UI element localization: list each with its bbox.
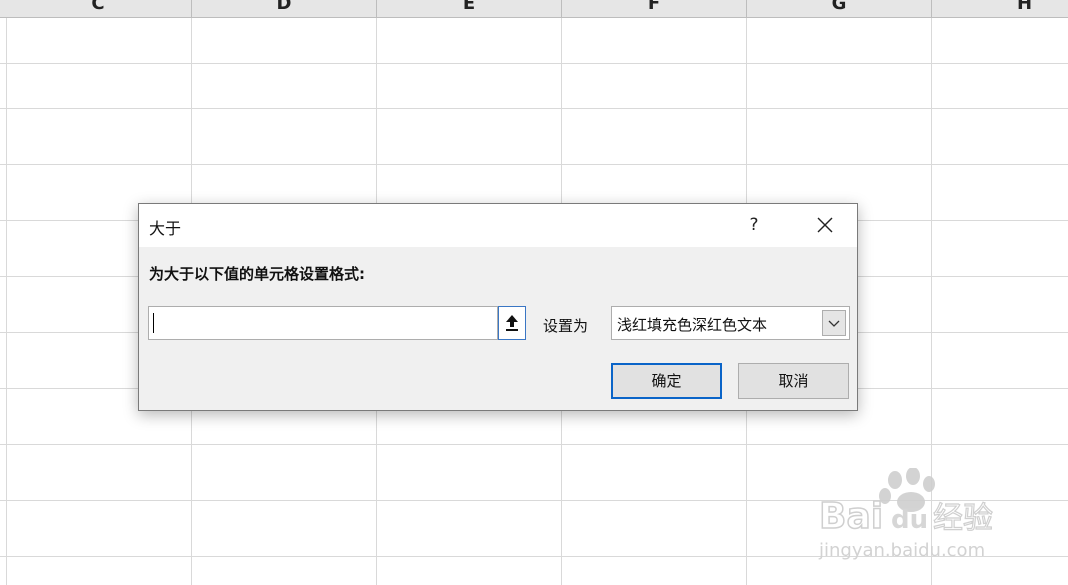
column-header-e[interactable]: E <box>377 0 562 17</box>
dialog-title: 大于 <box>149 219 182 238</box>
help-button[interactable]: ? <box>739 210 769 240</box>
column-header-c[interactable]: C <box>5 0 192 17</box>
column-header-g[interactable]: G <box>747 0 932 17</box>
format-select[interactable]: 浅红填充色深红色文本 <box>611 306 850 340</box>
chevron-down-icon <box>828 320 840 327</box>
cancel-button[interactable]: 取消 <box>738 363 849 399</box>
watermark-brand-du: du <box>891 505 928 535</box>
threshold-value-input[interactable] <box>148 306 498 340</box>
upload-arrow-icon <box>506 315 518 331</box>
grid-line <box>0 63 1068 64</box>
set-as-label: 设置为 <box>543 317 589 335</box>
text-caret <box>153 313 154 333</box>
column-header-d[interactable]: D <box>192 0 377 17</box>
baidu-jingyan-watermark: Bai du 经验 jingyan.baidu.com <box>815 467 1015 578</box>
column-header-f[interactable]: F <box>562 0 747 17</box>
close-icon <box>817 217 833 233</box>
baidu-paw-logo: Bai du 经验 jingyan.baidu.com <box>818 467 994 561</box>
grid-line <box>0 164 1068 165</box>
close-button[interactable] <box>805 210 845 240</box>
grid-line <box>0 444 1068 445</box>
dialog-titlebar[interactable]: 大于 ? <box>139 204 857 247</box>
column-header-h[interactable]: H <box>932 0 1068 17</box>
column-header-bar: C D E F G H <box>0 0 1068 18</box>
dialog-prompt: 为大于以下值的单元格设置格式: <box>149 265 366 283</box>
greater-than-dialog: 大于 ? 为大于以下值的单元格设置格式: 设置为 浅红填充色深红色文本 确定 取… <box>138 203 858 411</box>
ok-button[interactable]: 确定 <box>611 363 722 399</box>
format-dropdown-button[interactable] <box>822 310 846 336</box>
collapse-dialog-button[interactable] <box>498 306 526 340</box>
grid-line <box>0 108 1068 109</box>
watermark-product: 经验 <box>933 501 993 536</box>
watermark-brand: Bai <box>819 496 883 537</box>
format-selected-value: 浅红填充色深红色文本 <box>617 316 768 334</box>
watermark-url: jingyan.baidu.com <box>818 540 985 561</box>
